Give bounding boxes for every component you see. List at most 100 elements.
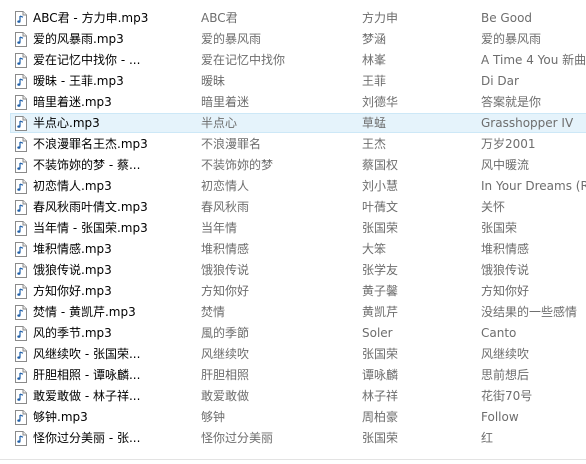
file-name: 风继续吹 - 张国荣... — [33, 347, 141, 361]
file-name: 不装饰妳的梦 - 蔡... — [33, 158, 141, 172]
music-file-icon — [15, 410, 27, 425]
album-name: 风继续吹 — [481, 347, 530, 361]
song-title: 暗里着迷 — [201, 95, 250, 109]
file-row[interactable]: 风继续吹 - 张国荣... 风继续吹 张国荣 风继续吹 — [0, 344, 586, 365]
song-title: 爱的暴风雨 — [201, 32, 262, 46]
song-title: 爱在记忆中找你 — [201, 53, 286, 67]
artist-name: 梦涵 — [362, 32, 387, 46]
artist-name: 黄凯芹 — [362, 305, 399, 319]
file-row[interactable]: 肝胆相照 - 谭咏麟... 肝胆相照 谭咏麟 思前想后 — [0, 365, 586, 386]
artist-name: 大笨 — [362, 242, 387, 256]
song-title: 不浪漫罪名 — [201, 137, 262, 151]
file-row[interactable]: 初恋情人.mp3 初恋情人 刘小慧 In Your Dreams (R — [0, 176, 586, 197]
music-file-icon — [15, 368, 27, 383]
album-name: 思前想后 — [481, 368, 530, 382]
song-title: 焚情 — [201, 305, 226, 319]
artist-name: 黄子馨 — [362, 284, 399, 298]
file-name: 爱在记忆中找你 - ... — [33, 53, 141, 67]
artist-name: 张国荣 — [362, 221, 399, 235]
album-name: Grasshopper IV — [481, 116, 574, 130]
album-name: 答案就是你 — [481, 95, 542, 109]
album-name: Di Dar — [481, 74, 519, 88]
music-file-icon — [15, 263, 27, 278]
file-row[interactable]: 春风秋雨叶倩文.mp3 春风秋雨 叶蒨文 关怀 — [0, 197, 586, 218]
file-row[interactable]: 堆积情感.mp3 堆积情感 大笨 堆积情感 — [0, 239, 586, 260]
file-row[interactable]: 够钟.mp3 够钟 周柏豪 Follow — [0, 407, 586, 428]
artist-name: 王菲 — [362, 74, 387, 88]
music-file-icon — [15, 53, 27, 68]
file-row[interactable]: 当年情 - 张国荣.mp3 当年情 张国荣 张国荣 — [0, 218, 586, 239]
artist-name: 林子祥 — [362, 389, 399, 403]
song-title: 堆积情感 — [201, 242, 250, 256]
file-name: 暗里着迷.mp3 — [33, 95, 112, 109]
file-name: 方知你好.mp3 — [33, 284, 112, 298]
artist-name: 叶蒨文 — [362, 200, 399, 214]
music-file-icon — [15, 242, 27, 257]
music-file-icon — [15, 221, 27, 236]
music-file-icon — [15, 137, 27, 152]
file-row[interactable]: 饿狼传说.mp3 饿狼传说 张学友 饿狼传说 — [0, 260, 586, 281]
album-name: Follow — [481, 410, 519, 424]
file-row[interactable]: 爱的风暴雨.mp3 爱的暴风雨 梦涵 爱的暴风雨 — [0, 29, 586, 50]
artist-name: Soler — [362, 326, 393, 340]
music-file-icon — [15, 74, 27, 89]
album-name: 方知你好 — [481, 284, 530, 298]
artist-name: 张国荣 — [362, 431, 399, 445]
song-title: 春风秋雨 — [201, 200, 250, 214]
file-row[interactable]: 不浪漫罪名王杰.mp3 不浪漫罪名 王杰 万岁2001 — [0, 134, 586, 155]
artist-name: 草蜢 — [362, 116, 387, 130]
song-title: 半点心 — [201, 116, 238, 130]
file-name: 春风秋雨叶倩文.mp3 — [33, 200, 148, 214]
music-file-icon — [15, 326, 27, 341]
artist-name: 刘德华 — [362, 95, 399, 109]
song-title: 初恋情人 — [201, 179, 250, 193]
music-file-icon — [15, 431, 27, 446]
album-name: 堆积情感 — [481, 242, 530, 256]
music-file-icon — [15, 200, 27, 215]
song-title: 暧昧 — [201, 74, 226, 88]
song-title: ABC君 — [201, 11, 238, 25]
album-name: A Time 4 You 新曲 — [481, 53, 586, 67]
file-name: 不浪漫罪名王杰.mp3 — [33, 137, 148, 151]
artist-name: 张学友 — [362, 263, 399, 277]
file-row-selected[interactable]: 半点心.mp3 半点心 草蜢 Grasshopper IV — [0, 113, 586, 134]
album-name: Canto — [481, 326, 517, 340]
album-name: 爱的暴风雨 — [481, 32, 542, 46]
file-name: 初恋情人.mp3 — [33, 179, 112, 193]
file-name: 爱的风暴雨.mp3 — [33, 32, 124, 46]
file-row[interactable]: 暧昧 - 王菲.mp3 暧昧 王菲 Di Dar — [0, 71, 586, 92]
file-name: 堆积情感.mp3 — [33, 242, 112, 256]
artist-name: 刘小慧 — [362, 179, 399, 193]
music-file-icon — [15, 32, 27, 47]
file-row[interactable]: 怪你过分美丽 - 张... 怪你过分美丽 张国荣 红 — [0, 428, 586, 449]
file-name: 当年情 - 张国荣.mp3 — [33, 221, 148, 235]
artist-name: 张国荣 — [362, 347, 399, 361]
music-file-icon — [15, 389, 27, 404]
song-title: 不装饰妳的梦 — [201, 158, 274, 172]
album-name: 关怀 — [481, 200, 506, 214]
file-row[interactable]: 焚情 - 黄凯芹.mp3 焚情 黄凯芹 没结果的一些感情 — [0, 302, 586, 323]
file-row[interactable]: 风的季节.mp3 風的季節 Soler Canto — [0, 323, 586, 344]
file-row[interactable]: 敢爱敢做 - 林子祥... 敢爱敢做 林子祥 花街70号 — [0, 386, 586, 407]
file-row[interactable]: 暗里着迷.mp3 暗里着迷 刘德华 答案就是你 — [0, 92, 586, 113]
album-name: 没结果的一些感情 — [481, 305, 578, 319]
file-row[interactable]: 不装饰妳的梦 - 蔡... 不装饰妳的梦 蔡国权 风中暖流 — [0, 155, 586, 176]
file-name: 肝胆相照 - 谭咏麟... — [33, 368, 141, 382]
artist-name: 谭咏麟 — [362, 368, 399, 382]
artist-name: 方力申 — [362, 11, 399, 25]
album-name: 饿狼传说 — [481, 263, 530, 277]
file-row[interactable]: 爱在记忆中找你 - ... 爱在记忆中找你 林峯 A Time 4 You 新曲 — [0, 50, 586, 71]
album-name: In Your Dreams (R — [481, 179, 586, 193]
file-row[interactable]: ABC君 - 方力申.mp3 ABC君 方力申 Be Good — [0, 8, 586, 29]
file-row[interactable]: 方知你好.mp3 方知你好 黄子馨 方知你好 — [0, 281, 586, 302]
music-file-icon — [15, 95, 27, 110]
music-file-icon — [15, 179, 27, 194]
artist-name: 周柏豪 — [362, 410, 399, 424]
file-name: 够钟.mp3 — [33, 410, 88, 424]
file-name: ABC君 - 方力申.mp3 — [33, 11, 149, 25]
music-file-icon — [15, 305, 27, 320]
song-title: 风继续吹 — [201, 347, 250, 361]
artist-name: 王杰 — [362, 137, 387, 151]
horizontal-scrollbar-track[interactable] — [0, 459, 586, 460]
song-title: 够钟 — [201, 410, 226, 424]
